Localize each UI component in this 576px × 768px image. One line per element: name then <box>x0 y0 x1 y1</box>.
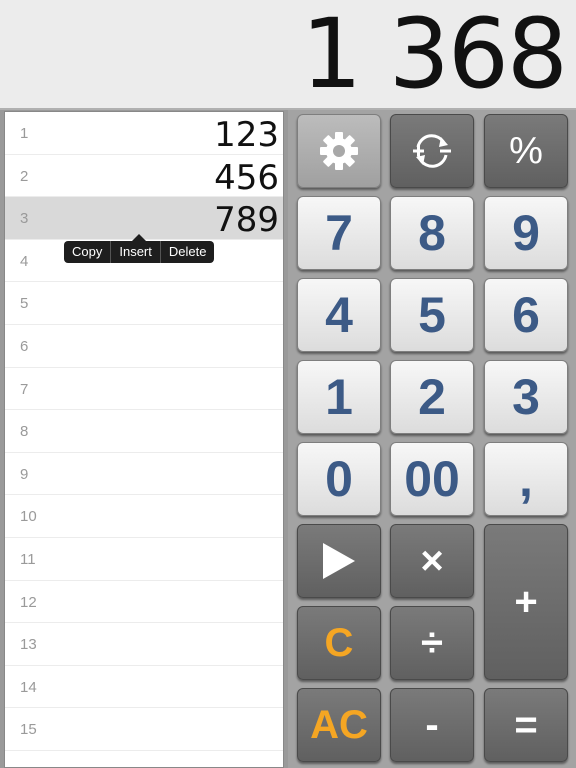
result-display: 1 368 <box>0 0 576 110</box>
minus-button[interactable]: - <box>390 688 474 762</box>
row-number: 8 <box>20 423 29 441</box>
gear-icon <box>320 132 358 170</box>
digit-1-button[interactable]: 1 <box>297 360 381 434</box>
row-number: 10 <box>20 508 37 526</box>
row-number: 14 <box>20 678 37 696</box>
row-number: 6 <box>20 337 29 355</box>
tape-row[interactable]: 15 <box>5 708 283 751</box>
row-number: 13 <box>20 636 37 654</box>
row-value: 456 <box>214 157 279 198</box>
keypad: % 7 8 9 4 5 6 1 2 3 0 00 , × + C ÷ AC - … <box>288 110 576 768</box>
digit-8-button[interactable]: 8 <box>390 196 474 270</box>
all-clear-button[interactable]: AC <box>297 688 381 762</box>
digit-9-button[interactable]: 9 <box>484 196 568 270</box>
equals-button[interactable]: = <box>484 688 568 762</box>
tape-row[interactable]: 1 123 <box>5 112 283 155</box>
tape-row[interactable]: 12 <box>5 581 283 624</box>
sign-toggle-button[interactable] <box>390 114 474 188</box>
settings-button[interactable] <box>297 114 381 188</box>
tape-row[interactable]: 9 <box>5 453 283 496</box>
play-button[interactable] <box>297 524 381 598</box>
play-icon <box>323 543 355 579</box>
row-context-menu: Copy Insert Delete <box>64 234 215 263</box>
refresh-plus-minus-icon <box>413 134 451 168</box>
row-number: 2 <box>20 167 29 185</box>
tape-row[interactable]: 6 <box>5 325 283 368</box>
display-value: 1 368 <box>301 0 568 110</box>
tape-row[interactable]: 5 <box>5 282 283 325</box>
delete-menu-item[interactable]: Delete <box>161 241 215 263</box>
digit-2-button[interactable]: 2 <box>390 360 474 434</box>
copy-menu-item[interactable]: Copy <box>64 241 112 263</box>
plus-button[interactable]: + <box>484 524 568 680</box>
digit-4-button[interactable]: 4 <box>297 278 381 352</box>
tape-row[interactable]: 13 <box>5 623 283 666</box>
percent-button[interactable]: % <box>484 114 568 188</box>
digit-7-button[interactable]: 7 <box>297 196 381 270</box>
divide-button[interactable]: ÷ <box>390 606 474 680</box>
tape-list[interactable]: 1 123 2 456 3 789 4 5 6 7 8 9 10 11 12 13 1… <box>4 111 284 768</box>
row-number: 15 <box>20 721 37 739</box>
tape-row[interactable]: 10 <box>5 495 283 538</box>
row-value: 789 <box>214 200 279 241</box>
tape-row[interactable]: 11 <box>5 538 283 581</box>
digit-3-button[interactable]: 3 <box>484 360 568 434</box>
row-number: 12 <box>20 593 37 611</box>
row-number: 4 <box>20 252 29 270</box>
row-number: 9 <box>20 465 29 483</box>
clear-button[interactable]: C <box>297 606 381 680</box>
tape-row[interactable]: 7 <box>5 368 283 411</box>
insert-menu-item[interactable]: Insert <box>111 241 161 263</box>
row-number: 11 <box>20 550 36 568</box>
menu-pointer <box>132 234 146 241</box>
digit-6-button[interactable]: 6 <box>484 278 568 352</box>
row-number: 3 <box>20 210 29 228</box>
row-value: 123 <box>214 115 279 155</box>
multiply-button[interactable]: × <box>390 524 474 598</box>
tape-row[interactable]: 8 <box>5 410 283 453</box>
tape-row[interactable]: 2 456 <box>5 155 283 198</box>
digit-0-button[interactable]: 0 <box>297 442 381 516</box>
double-zero-button[interactable]: 00 <box>390 442 474 516</box>
row-number: 1 <box>20 125 29 142</box>
row-number: 5 <box>20 295 29 313</box>
row-number: 7 <box>20 380 29 398</box>
comma-button[interactable]: , <box>484 442 568 516</box>
digit-5-button[interactable]: 5 <box>390 278 474 352</box>
tape-row[interactable]: 14 <box>5 666 283 709</box>
